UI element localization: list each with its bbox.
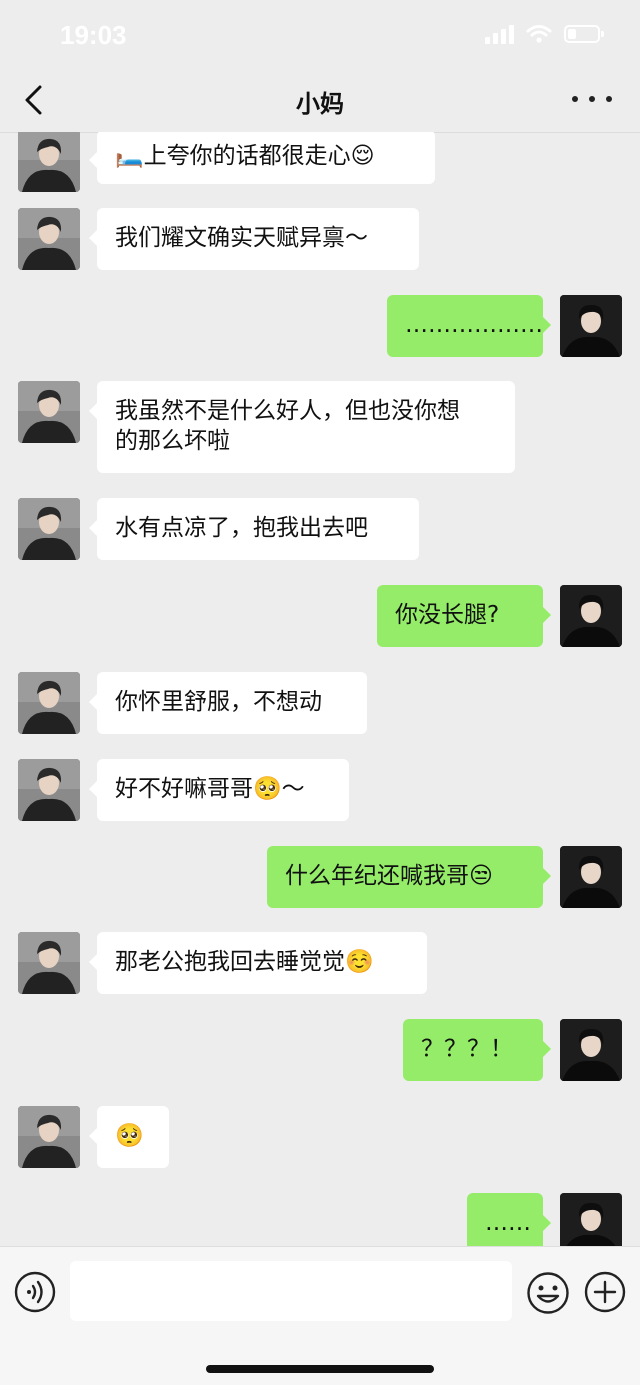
my-message-bubble[interactable]: ？？？！ [403,1019,551,1081]
emoji-icon [527,1272,569,1314]
message-row: 好不好嘛哥哥🥺～ [0,759,640,821]
signal-icon [485,24,514,44]
nav-bar: 小妈 [0,70,640,133]
status-bar: 19:03 [0,0,640,70]
chat-list: 🛏️上夸你的话都很走心😌 我们耀文确实天赋异禀～ ……………… 我虽然不是什么好人，但… [0,132,640,1246]
my-message-bubble[interactable]: 什么年纪还喊我哥😒 [267,846,551,908]
emoji-button[interactable] [526,1271,570,1315]
my-avatar[interactable] [560,585,622,647]
input-bar [0,1246,640,1385]
message-row: 什么年纪还喊我哥😒 [0,846,640,908]
contact-avatar[interactable] [18,381,80,443]
contact-avatar[interactable] [18,932,80,994]
plus-button[interactable] [584,1271,626,1313]
my-avatar[interactable] [560,846,622,908]
contact-avatar[interactable] [18,498,80,560]
message-row: …… [0,1193,640,1246]
message-row: ……………… [0,295,640,357]
more-dots-icon [572,96,578,102]
my-avatar[interactable] [560,295,622,357]
contact-message-bubble[interactable]: 🥺 [89,1106,169,1168]
my-message-bubble[interactable]: …… [467,1193,551,1246]
message-row: 你怀里舒服，不想动 [0,672,640,734]
message-row: 你没长腿? [0,585,640,647]
message-row: 🥺 [0,1106,640,1168]
contact-avatar[interactable] [18,208,80,270]
contact-message-bubble[interactable]: 好不好嘛哥哥🥺～ [89,759,349,821]
my-avatar[interactable] [560,1193,622,1246]
voice-button[interactable] [14,1271,56,1313]
message-row: 水有点凉了，抱我出去吧 [0,498,640,560]
more-button[interactable] [572,84,612,114]
contact-message-bubble[interactable]: 我虽然不是什么好人，但也没你想 的那么坏啦 [89,381,515,473]
contact-message-bubble[interactable]: 我们耀文确实天赋异禀～ [89,208,419,270]
message-row: 那老公抱我回去睡觉觉☺️ [0,932,640,994]
message-row: 我虽然不是什么好人，但也没你想 的那么坏啦 [0,381,640,473]
home-indicator [206,1365,434,1373]
my-message-bubble[interactable]: ……………… [387,295,551,357]
voice-icon [14,1271,56,1313]
message-input[interactable] [70,1261,512,1321]
plus-icon [584,1271,626,1313]
page-title: 小妈 [296,90,344,118]
message-row: ？？？！ [0,1019,640,1081]
contact-message-bubble[interactable]: 那老公抱我回去睡觉觉☺️ [89,932,427,994]
contact-avatar[interactable] [18,759,80,821]
wifi-icon [526,25,552,43]
my-message-bubble[interactable]: 你没长腿? [377,585,551,647]
contact-avatar[interactable] [18,132,80,192]
contact-message-bubble[interactable]: 你怀里舒服，不想动 [89,672,367,734]
contact-message-bubble[interactable]: 水有点凉了，抱我出去吧 [89,498,419,560]
contact-message-bubble[interactable]: 🛏️上夸你的话都很走心😌 [89,132,435,184]
message-row: 我们耀文确实天赋异禀～ [0,208,640,270]
status-icons [485,24,604,44]
contact-avatar[interactable] [18,672,80,734]
my-avatar[interactable] [560,1019,622,1081]
contact-avatar[interactable] [18,1106,80,1168]
battery-icon [564,25,604,43]
message-row: 🛏️上夸你的话都很走心😌 [0,132,640,192]
status-time: 19:03 [60,20,127,50]
